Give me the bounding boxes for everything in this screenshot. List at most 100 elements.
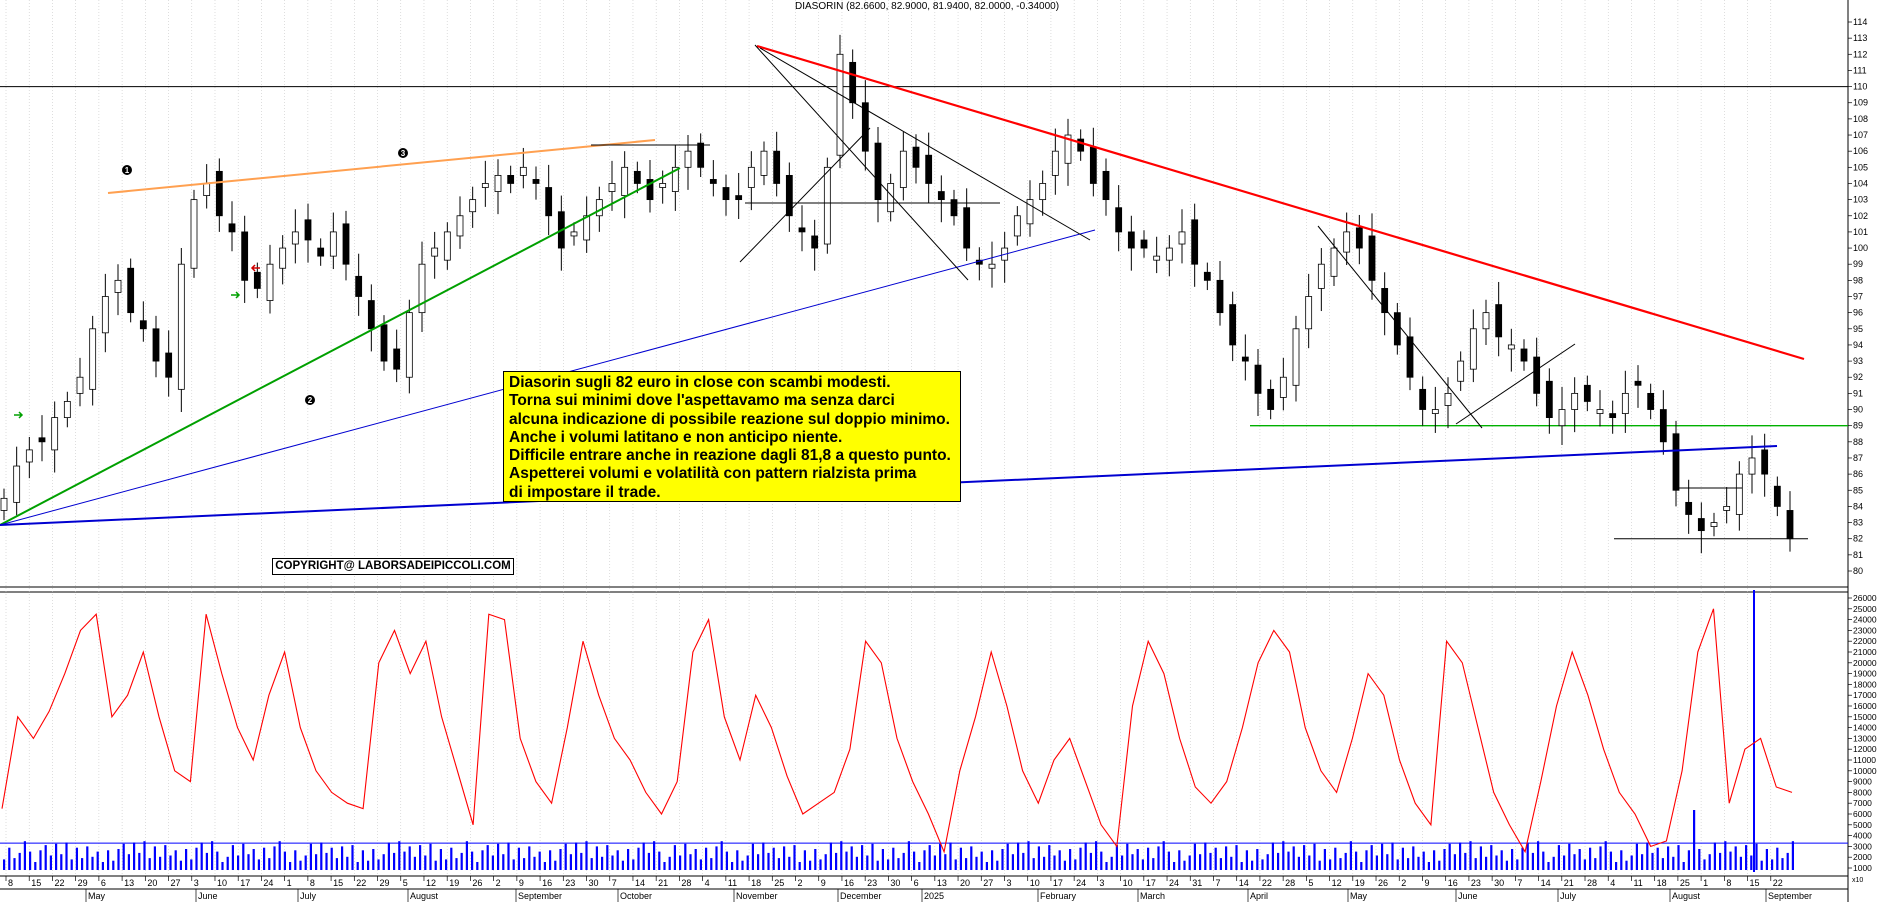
candle-body <box>1077 138 1085 152</box>
volume-bar <box>1464 852 1467 870</box>
candle-body <box>494 174 502 192</box>
volume-bar <box>809 860 812 870</box>
volume-bar <box>299 860 302 870</box>
x-tick-label: 9 <box>519 878 524 888</box>
x-tick-label: 10 <box>1123 878 1133 888</box>
candle-body <box>367 300 375 330</box>
volume-bar <box>1136 849 1139 870</box>
volume-bar <box>1500 850 1503 870</box>
volume-bar <box>445 859 448 870</box>
volume-bar <box>1667 846 1670 870</box>
volume-bar <box>575 842 578 870</box>
x-tick-label: 28 <box>1587 878 1597 888</box>
y-tick-label: 24000 <box>1853 615 1877 625</box>
candle-body <box>1482 312 1490 330</box>
volume-bar <box>1531 852 1534 870</box>
volume-bar <box>1095 841 1098 870</box>
volume-bar <box>424 855 427 870</box>
candle-body <box>570 231 578 237</box>
candle-body <box>1583 384 1591 402</box>
volume-bar <box>1651 852 1654 870</box>
volume-bar <box>1786 852 1789 870</box>
volume-bar <box>1183 860 1186 870</box>
x-tick-label: 23 <box>565 878 575 888</box>
x-tick-label: 5 <box>1308 878 1313 888</box>
x-tick-label: 30 <box>890 878 900 888</box>
y-tick-label: 18000 <box>1853 679 1877 689</box>
candle-body <box>1457 360 1465 382</box>
volume-bar <box>237 855 240 870</box>
x-tick-label: 22 <box>1262 878 1272 888</box>
volume-bar <box>439 849 442 870</box>
volume-bar <box>1245 850 1248 870</box>
x-tick-label: 13 <box>937 878 947 888</box>
candle-body <box>469 199 477 213</box>
arrow-icon <box>250 264 260 272</box>
volume-bar <box>247 854 250 870</box>
candle-body <box>241 231 249 281</box>
candle-body <box>1659 409 1667 443</box>
volume-bar <box>1152 858 1155 870</box>
volume-bar <box>829 842 832 870</box>
volume-bar <box>1011 854 1014 870</box>
candle-body <box>925 154 933 184</box>
candle-body <box>988 263 996 269</box>
y-tick-label: 113 <box>1853 33 1867 43</box>
y-tick-label: 83 <box>1853 518 1863 528</box>
volume-bar <box>1214 847 1217 870</box>
volume-bar <box>642 842 645 870</box>
y-tick-label: 25000 <box>1853 604 1877 614</box>
candle-body <box>1773 485 1781 507</box>
candle-body <box>114 279 122 293</box>
volume-bar <box>429 843 432 870</box>
candle-body <box>963 207 971 249</box>
x-tick-label: 29 <box>380 878 390 888</box>
y-tick-label: 86 <box>1853 469 1863 479</box>
volume-bar <box>1485 856 1488 870</box>
volume-bar <box>268 858 271 870</box>
x-tick-label: 22 <box>54 878 64 888</box>
volume-bar <box>1043 856 1046 870</box>
volume-bar <box>8 847 11 870</box>
x-tick-label: 1 <box>1703 878 1708 888</box>
volume-bar <box>1240 862 1243 870</box>
volume-bar <box>434 860 437 870</box>
volume-bar <box>1703 859 1706 870</box>
volume-bar <box>907 841 910 870</box>
x-tick-label: 15 <box>333 878 343 888</box>
volume-bar <box>699 859 702 870</box>
volume-bar <box>861 845 864 870</box>
volume-bar <box>1115 845 1118 870</box>
candle-body <box>1039 183 1047 201</box>
copyright-label: COPYRIGHT@ LABORSADEIPICCOLI.COM <box>272 558 514 575</box>
volume-bar <box>720 841 723 870</box>
y-tick-label: 114 <box>1853 17 1867 27</box>
month-label: 2025 <box>924 891 944 901</box>
x-tick-label: 15 <box>1750 878 1760 888</box>
volume-bar <box>1516 859 1519 870</box>
volume-bar <box>1167 851 1170 870</box>
volume-bar <box>361 850 364 870</box>
volume-series <box>3 590 1794 872</box>
volume-bar <box>1412 846 1415 870</box>
candle-body <box>722 187 730 201</box>
volume-bar <box>959 847 962 870</box>
volume-bar <box>1058 850 1061 870</box>
volume-bar <box>86 846 89 870</box>
volume-bar <box>923 850 926 870</box>
volume-bar <box>398 841 401 870</box>
month-label: December <box>840 891 882 901</box>
candle-body <box>1431 409 1439 414</box>
candle-body <box>1089 146 1097 184</box>
candle-body <box>253 271 261 289</box>
candle-body <box>1444 392 1452 406</box>
volume-bar <box>127 854 130 870</box>
volume-bar <box>616 850 619 870</box>
candle-body <box>1735 473 1743 515</box>
volume-bar <box>1734 846 1737 870</box>
candle-body <box>1647 392 1655 410</box>
candle-body <box>1368 235 1376 281</box>
volume-bar <box>1635 843 1638 870</box>
candle-body <box>76 376 84 394</box>
candle-body <box>215 170 223 217</box>
